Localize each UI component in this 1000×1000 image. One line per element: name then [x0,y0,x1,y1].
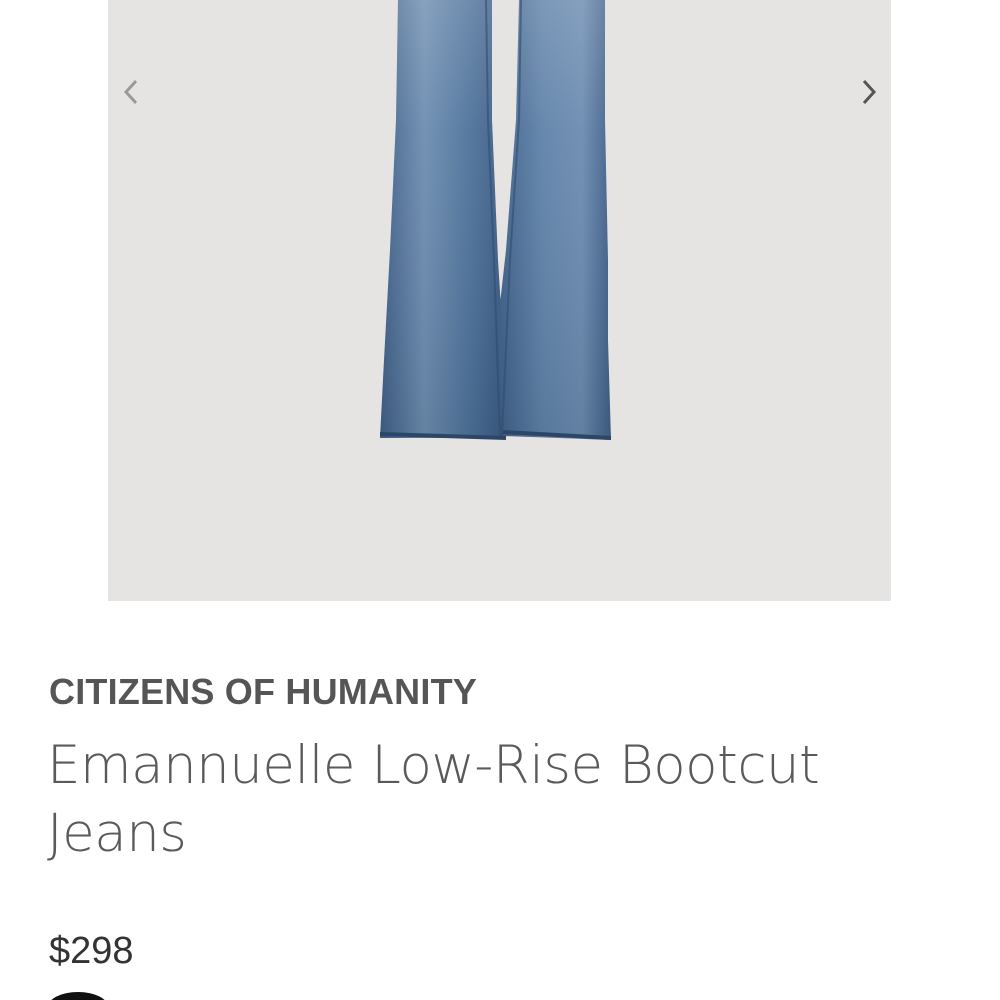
chevron-right-icon [862,79,877,105]
partially-visible-element [48,992,108,1000]
product-page: CITIZENS OF HUMANITY Emannuelle Low-Rise… [0,0,1000,1000]
product-image-gallery[interactable] [108,0,891,601]
product-title: Emannuelle Low-Rise Bootcut Jeans [47,735,820,864]
next-image-button[interactable] [850,72,890,112]
brand-name[interactable]: CITIZENS OF HUMANITY [49,671,477,713]
product-price: $298 [49,930,134,972]
chevron-left-icon [123,79,138,105]
product-image[interactable] [108,0,891,601]
previous-image-button[interactable] [110,72,150,112]
